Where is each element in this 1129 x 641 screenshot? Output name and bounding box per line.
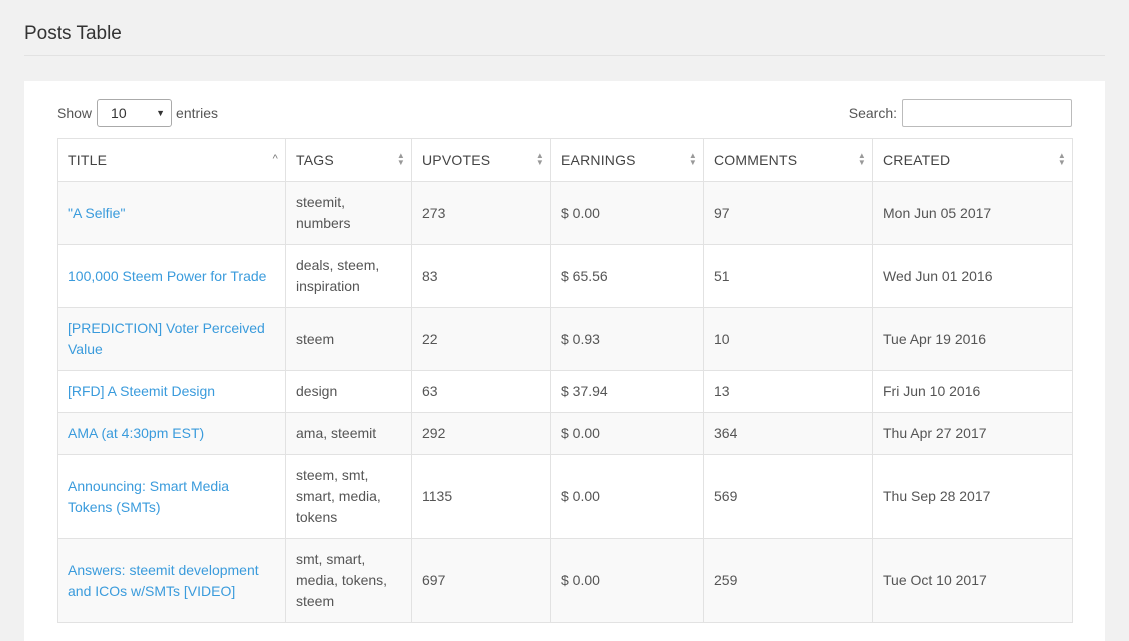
cell-title: [RFD] A Steemit Design bbox=[57, 370, 286, 413]
cell-earnings: $ 37.94 bbox=[550, 370, 704, 413]
cell-tags: steemit, numbers bbox=[285, 181, 412, 245]
cell-tags: steem, smt, smart, media, tokens bbox=[285, 454, 412, 539]
cell-upvotes: 83 bbox=[411, 244, 551, 308]
cell-upvotes: 697 bbox=[411, 538, 551, 623]
cell-upvotes: 1135 bbox=[411, 454, 551, 539]
cell-earnings: $ 0.00 bbox=[550, 454, 704, 539]
cell-created: Tue Oct 10 2017 bbox=[872, 538, 1073, 623]
table-header-row: TITLE ^ TAGS ▲ ▼ UPVOTES ▲ ▼ EARNINGS ▲ ▼ C… bbox=[57, 138, 1073, 182]
cell-tags: design bbox=[285, 370, 412, 413]
search-control: Search: bbox=[849, 99, 1072, 127]
post-title-link[interactable]: "A Selfie" bbox=[68, 205, 125, 221]
cell-title: "A Selfie" bbox=[57, 181, 286, 245]
cell-comments: 51 bbox=[703, 244, 873, 308]
entries-select-value: 10 bbox=[111, 105, 127, 121]
cell-tags: ama, steemit bbox=[285, 412, 412, 455]
cell-comments: 97 bbox=[703, 181, 873, 245]
cell-comments: 569 bbox=[703, 454, 873, 539]
column-header-tags[interactable]: TAGS ▲ ▼ bbox=[285, 138, 412, 182]
entries-length-control: Show 10 ▼ entries bbox=[57, 99, 218, 127]
cell-earnings: $ 65.56 bbox=[550, 244, 704, 308]
sort-icon: ▲ ▼ bbox=[1057, 151, 1066, 167]
search-label: Search: bbox=[848, 105, 897, 121]
sort-icon: ▲ ▼ bbox=[535, 151, 544, 167]
cell-created: Mon Jun 05 2017 bbox=[872, 181, 1073, 245]
cell-comments: 10 bbox=[703, 307, 873, 371]
caret-down-icon: ▼ bbox=[156, 108, 166, 118]
show-label: Show bbox=[57, 105, 93, 121]
cell-earnings: $ 0.00 bbox=[550, 412, 704, 455]
entries-select[interactable]: 10 ▼ bbox=[97, 99, 173, 127]
cell-comments: 13 bbox=[703, 370, 873, 413]
post-title-link[interactable]: 100,000 Steem Power for Trade bbox=[68, 268, 266, 284]
cell-upvotes: 273 bbox=[411, 181, 551, 245]
cell-earnings: $ 0.00 bbox=[550, 181, 704, 245]
column-header-upvotes[interactable]: UPVOTES ▲ ▼ bbox=[411, 138, 551, 182]
cell-upvotes: 63 bbox=[411, 370, 551, 413]
cell-created: Wed Jun 01 2016 bbox=[872, 244, 1073, 308]
cell-comments: 364 bbox=[703, 412, 873, 455]
post-title-link[interactable]: [PREDICTION] Voter Perceived Value bbox=[68, 320, 265, 357]
cell-earnings: $ 0.93 bbox=[550, 307, 704, 371]
posts-card: Show 10 ▼ entries Search: TITLE ^ TAGS ▲… bbox=[24, 81, 1105, 641]
column-header-title[interactable]: TITLE ^ bbox=[57, 138, 286, 182]
sort-icon: ▲ ▼ bbox=[396, 151, 405, 167]
table-row: Answers: steemit development and ICOs w/… bbox=[57, 538, 1073, 623]
post-title-link[interactable]: Answers: steemit development and ICOs w/… bbox=[68, 562, 259, 599]
cell-title: Announcing: Smart Media Tokens (SMTs) bbox=[57, 454, 286, 539]
column-header-comments[interactable]: COMMENTS ▲ ▼ bbox=[703, 138, 873, 182]
cell-tags: steem bbox=[285, 307, 412, 371]
cell-upvotes: 22 bbox=[411, 307, 551, 371]
cell-tags: deals, steem, inspiration bbox=[285, 244, 412, 308]
table-row: "A Selfie" steemit, numbers 273 $ 0.00 9… bbox=[57, 181, 1073, 245]
table-row: 100,000 Steem Power for Trade deals, ste… bbox=[57, 244, 1073, 308]
cell-created: Tue Apr 19 2016 bbox=[872, 307, 1073, 371]
table-row: Announcing: Smart Media Tokens (SMTs) st… bbox=[57, 454, 1073, 539]
posts-table: TITLE ^ TAGS ▲ ▼ UPVOTES ▲ ▼ EARNINGS ▲ ▼ C… bbox=[57, 138, 1073, 623]
sort-ascending-icon: ^ bbox=[272, 153, 278, 165]
post-title-link[interactable]: [RFD] A Steemit Design bbox=[68, 383, 215, 399]
cell-tags: smt, smart, media, tokens, steem bbox=[285, 538, 412, 623]
table-row: [PREDICTION] Voter Perceived Value steem… bbox=[57, 307, 1073, 371]
table-row: AMA (at 4:30pm EST) ama, steemit 292 $ 0… bbox=[57, 412, 1073, 455]
page-title: Posts Table bbox=[24, 23, 122, 44]
cell-earnings: $ 0.00 bbox=[550, 538, 704, 623]
cell-title: Answers: steemit development and ICOs w/… bbox=[57, 538, 286, 623]
cell-comments: 259 bbox=[703, 538, 873, 623]
cell-title: 100,000 Steem Power for Trade bbox=[57, 244, 286, 308]
post-title-link[interactable]: Announcing: Smart Media Tokens (SMTs) bbox=[68, 478, 229, 515]
sort-icon: ▲ ▼ bbox=[688, 151, 697, 167]
column-header-created[interactable]: CREATED ▲ ▼ bbox=[872, 138, 1073, 182]
post-title-link[interactable]: AMA (at 4:30pm EST) bbox=[68, 425, 204, 441]
cell-created: Thu Sep 28 2017 bbox=[872, 454, 1073, 539]
cell-upvotes: 292 bbox=[411, 412, 551, 455]
cell-title: AMA (at 4:30pm EST) bbox=[57, 412, 286, 455]
sort-icon: ▲ ▼ bbox=[857, 151, 866, 167]
cell-title: [PREDICTION] Voter Perceived Value bbox=[57, 307, 286, 371]
search-input[interactable] bbox=[902, 99, 1072, 127]
table-row: [RFD] A Steemit Design design 63 $ 37.94… bbox=[57, 370, 1073, 413]
page-header: Posts Table bbox=[24, 0, 1105, 56]
column-header-earnings[interactable]: EARNINGS ▲ ▼ bbox=[550, 138, 704, 182]
cell-created: Thu Apr 27 2017 bbox=[872, 412, 1073, 455]
cell-created: Fri Jun 10 2016 bbox=[872, 370, 1073, 413]
entries-label: entries bbox=[176, 105, 219, 121]
